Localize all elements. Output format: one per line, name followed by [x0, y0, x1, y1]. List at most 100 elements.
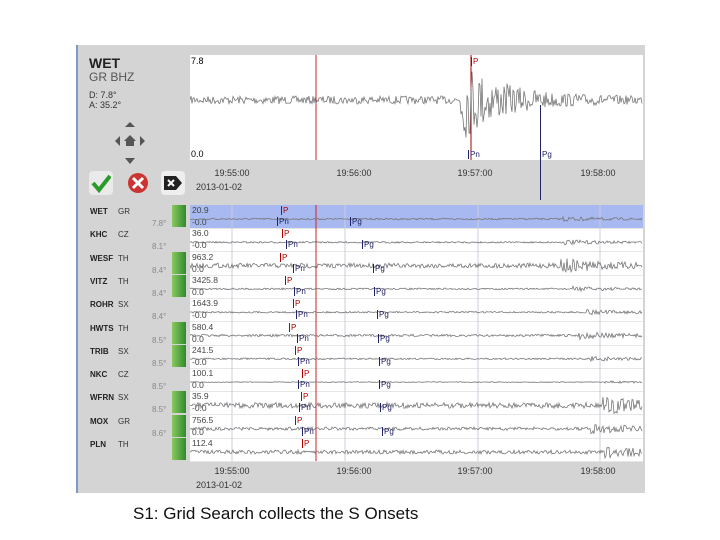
station-waveform	[190, 308, 643, 316]
checkmark-icon	[91, 174, 111, 193]
network-code: TH	[118, 440, 129, 449]
pick-marker-p[interactable]: P	[293, 299, 300, 309]
station-distance: 8.4°	[152, 312, 167, 322]
pick-marker-p[interactable]: P	[285, 275, 292, 285]
pick-marker-pn[interactable]: Pn	[297, 333, 309, 343]
station-name: MOX	[90, 416, 109, 426]
accept-button[interactable]	[89, 171, 113, 195]
station-name: WET	[90, 207, 108, 216]
network-code: GR	[118, 416, 130, 426]
date-label: 2013-01-02	[196, 182, 243, 192]
station-name: HWTS	[90, 323, 114, 333]
pick-marker-p[interactable]: P	[301, 392, 308, 402]
slide-caption: S1: Grid Search collects the S Onsets	[133, 504, 419, 523]
station-waveform	[190, 258, 643, 274]
station-name: WESF	[90, 253, 114, 263]
station-name: ROHR	[90, 300, 114, 310]
station-distance: 8.5°	[152, 382, 167, 392]
station-waveform	[190, 215, 643, 223]
station-distance: 8.4°	[152, 265, 167, 275]
arrow-down-icon[interactable]	[125, 158, 135, 164]
time-tick: 19:56:00	[336, 466, 372, 476]
station-title: WET	[89, 55, 121, 71]
pick-marker-pn[interactable]: Pn	[302, 426, 314, 436]
pick-marker-p[interactable]: P	[295, 345, 302, 355]
navigation-pad[interactable]	[112, 120, 148, 166]
pick-marker-pn[interactable]: Pn	[277, 217, 289, 226]
distance-label: D: 7.8°	[89, 90, 117, 100]
quality-bar	[172, 391, 186, 414]
network-code: CZ	[118, 230, 129, 240]
station-waveform	[190, 380, 643, 384]
station-name: NKC	[90, 370, 108, 380]
pick-marker-pn[interactable]: Pn	[294, 286, 306, 296]
waveform	[190, 71, 643, 138]
pick-marker-pg[interactable]: Pg	[382, 426, 394, 436]
network-code: CZ	[118, 370, 129, 380]
network-code: SX	[118, 346, 129, 356]
time-tick: 19:58:00	[580, 466, 616, 476]
pick-marker-pg[interactable]: Pg	[378, 333, 390, 343]
pick-marker-p[interactable]: P	[289, 322, 296, 332]
time-tick: 19:55:00	[214, 466, 250, 476]
date-label: 2013-01-02	[196, 480, 243, 490]
station-waveform	[190, 331, 643, 341]
main-waveform-plot[interactable]: 7.8 0.0 P Pn Pg	[190, 55, 643, 200]
delete-pick-icon	[164, 176, 182, 190]
delete-button[interactable]	[161, 171, 185, 195]
azimuth-label: A: 35.2°	[89, 100, 122, 110]
pick-marker-pg[interactable]: Pg	[540, 105, 552, 200]
arrow-up-icon[interactable]	[125, 122, 135, 127]
reject-button[interactable]	[126, 171, 150, 195]
pick-marker-pg[interactable]: Pg	[380, 403, 392, 413]
station-name: TRIB	[90, 346, 109, 356]
pick-marker-p[interactable]: P	[471, 57, 478, 66]
arrow-right-icon[interactable]	[140, 136, 145, 146]
station-waveform	[190, 424, 643, 435]
pick-marker-p[interactable]: P	[280, 252, 287, 262]
station-distance: 8.6°	[152, 428, 167, 438]
station-distance: 8.1°	[152, 242, 167, 252]
pick-marker-pn[interactable]: Pn	[298, 356, 310, 366]
station-traces[interactable]: 20.9 -0.0 P Pn Pg 36.0 -0.0 P Pn Pg 963.2 0.0 P Pn Pg 3…	[190, 205, 643, 462]
arrow-left-icon[interactable]	[115, 136, 120, 146]
pick-marker-pg[interactable]: Pg	[379, 380, 391, 390]
pick-marker-pn[interactable]: Pn	[298, 380, 310, 390]
channel-label: GR BHZ	[89, 70, 135, 84]
quality-bar	[172, 414, 186, 437]
pick-marker-pg[interactable]: Pg	[373, 263, 385, 273]
pick-marker-pn[interactable]: Pn	[299, 403, 311, 413]
station-distance: 8.5°	[152, 358, 167, 368]
station-name: KHC	[90, 230, 108, 240]
station-distance: 8.4°	[152, 288, 167, 298]
quality-bar	[172, 274, 186, 297]
station-name: PLN	[90, 440, 106, 449]
station-distance: 8.5°	[152, 405, 167, 415]
pick-marker-p[interactable]: P	[281, 206, 288, 215]
time-tick: 19:56:00	[336, 168, 372, 178]
pick-marker-pn[interactable]: Pn	[286, 240, 298, 250]
pick-marker-pg[interactable]: Pg	[379, 356, 391, 366]
time-tick: 19:57:00	[457, 168, 493, 178]
pick-marker-pg[interactable]: Pg	[377, 310, 389, 320]
quality-bar	[172, 438, 186, 460]
amplitude-min: 0.0	[191, 149, 204, 159]
quality-bar	[172, 321, 186, 344]
pick-marker-pn[interactable]: Pn	[293, 263, 305, 273]
station-name: VITZ	[90, 276, 108, 286]
time-tick: 19:58:00	[580, 168, 616, 178]
network-code: TH	[118, 253, 129, 263]
quality-bar	[172, 251, 186, 274]
network-code: TH	[118, 276, 129, 286]
pick-marker-pg[interactable]: Pg	[350, 217, 362, 226]
pick-marker-pn[interactable]: Pn	[468, 150, 480, 159]
pick-marker-p[interactable]: P	[302, 369, 309, 379]
pick-marker-pn[interactable]: Pn	[296, 310, 308, 320]
home-icon[interactable]	[124, 135, 136, 146]
pick-marker-p[interactable]: P	[282, 229, 289, 239]
pick-marker-p[interactable]: P	[302, 439, 309, 448]
pick-marker-pg[interactable]: Pg	[374, 286, 386, 296]
pick-marker-pg[interactable]: Pg	[362, 240, 374, 250]
station-waveform	[190, 446, 643, 460]
pick-marker-p[interactable]: P	[295, 415, 302, 425]
